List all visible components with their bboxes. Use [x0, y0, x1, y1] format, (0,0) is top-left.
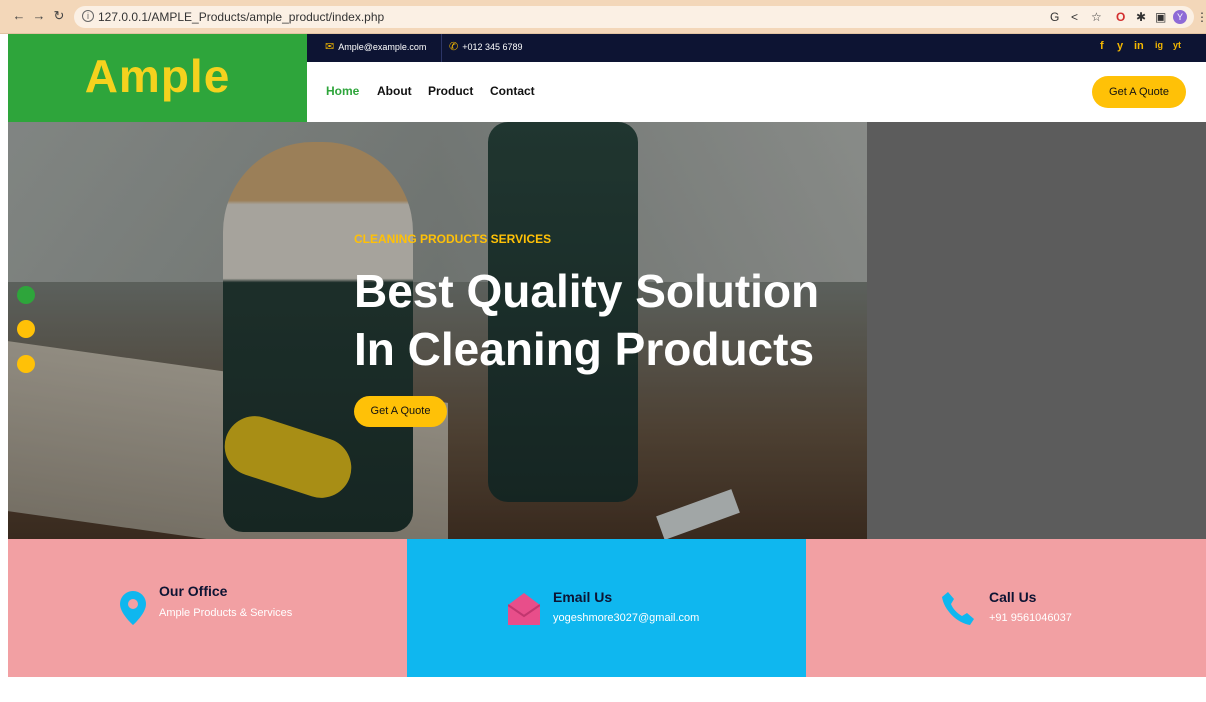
address-bar[interactable]: i 127.0.0.1/AMPLE_Products/ample_product…	[74, 6, 1194, 28]
hero-title-line2: In Cleaning Products	[354, 323, 815, 375]
phone-small-icon: ✆	[449, 41, 459, 53]
location-pin-icon	[120, 591, 146, 625]
linkedin-icon[interactable]: in	[1134, 40, 1144, 52]
logo-block[interactable]: Ample	[8, 34, 307, 122]
nav-contact[interactable]: Contact	[490, 84, 535, 98]
carousel-dot-1[interactable]	[17, 286, 35, 304]
facebook-icon[interactable]: f	[1100, 40, 1104, 52]
nav-product[interactable]: Product	[428, 84, 473, 98]
sidepanel-icon[interactable]: ▣	[1155, 10, 1166, 24]
hero-quote-button[interactable]: Get A Quote	[354, 396, 447, 427]
forward-icon[interactable]: →	[32, 9, 46, 23]
topbar: ✉ Ample@example.com ✆ +012 345 6789 f y in…	[307, 34, 1206, 62]
twitter-icon[interactable]: y	[1117, 40, 1123, 52]
phone-icon	[942, 592, 974, 625]
call-text[interactable]: +91 9561046037	[989, 612, 1072, 624]
topbar-email-text: Ample@example.com	[338, 42, 427, 52]
hero-title-line1: Best Quality Solution	[354, 265, 820, 317]
carousel-dot-2[interactable]	[17, 320, 35, 338]
opera-icon[interactable]: O	[1116, 10, 1125, 24]
logo: Ample	[84, 50, 231, 102]
reload-icon[interactable]: ↻	[52, 9, 66, 23]
topbar-email[interactable]: ✉ Ample@example.com	[325, 40, 426, 53]
hero-carousel: CLEANING PRODUCTS SERVICES Best Quality …	[8, 122, 1206, 539]
envelope-icon: ✉	[325, 41, 335, 53]
nav-home[interactable]: Home	[326, 84, 359, 98]
back-icon[interactable]: ←	[12, 9, 26, 23]
email-title: Email Us	[553, 589, 613, 605]
call-card: Call Us +91 9561046037	[806, 539, 1206, 677]
extensions-icon[interactable]: ✱	[1136, 10, 1146, 24]
profile-avatar[interactable]: Y	[1173, 10, 1187, 24]
instagram-icon[interactable]: ig	[1155, 40, 1163, 50]
email-text[interactable]: yogeshmore3027@gmail.com	[553, 612, 699, 624]
browser-toolbar: ← → ↻ i 127.0.0.1/AMPLE_Products/ample_p…	[0, 0, 1206, 34]
email-card: Email Us yogeshmore3027@gmail.com	[407, 539, 806, 677]
bookmark-star-icon[interactable]: ☆	[1091, 10, 1102, 24]
hero-subtitle: CLEANING PRODUCTS SERVICES	[354, 232, 552, 246]
carousel-dot-3[interactable]	[17, 355, 35, 373]
topbar-divider	[441, 34, 442, 62]
menu-dots-icon[interactable]: ⋮	[1196, 10, 1206, 24]
nav-about[interactable]: About	[377, 84, 412, 98]
share-icon[interactable]: <	[1071, 10, 1078, 24]
google-icon[interactable]: G	[1050, 10, 1059, 24]
site-info-icon[interactable]: i	[82, 10, 94, 22]
topbar-phone-text: +012 345 6789	[462, 42, 523, 52]
office-title: Our Office	[159, 583, 228, 599]
topbar-phone[interactable]: ✆ +012 345 6789	[449, 40, 523, 53]
get-quote-button[interactable]: Get A Quote	[1092, 76, 1186, 108]
youtube-icon[interactable]: yt	[1173, 40, 1181, 50]
call-title: Call Us	[989, 589, 1037, 605]
office-card: Our Office Ample Products & Services	[8, 539, 407, 677]
office-text: Ample Products & Services	[159, 607, 293, 619]
main-navbar: Home About Product Contact Get A Quote	[307, 62, 1206, 122]
url-text: 127.0.0.1/AMPLE_Products/ample_product/i…	[98, 10, 385, 24]
hero-title: Best Quality Solution In Cleaning Produc…	[354, 262, 874, 378]
envelope-open-icon	[508, 593, 540, 625]
